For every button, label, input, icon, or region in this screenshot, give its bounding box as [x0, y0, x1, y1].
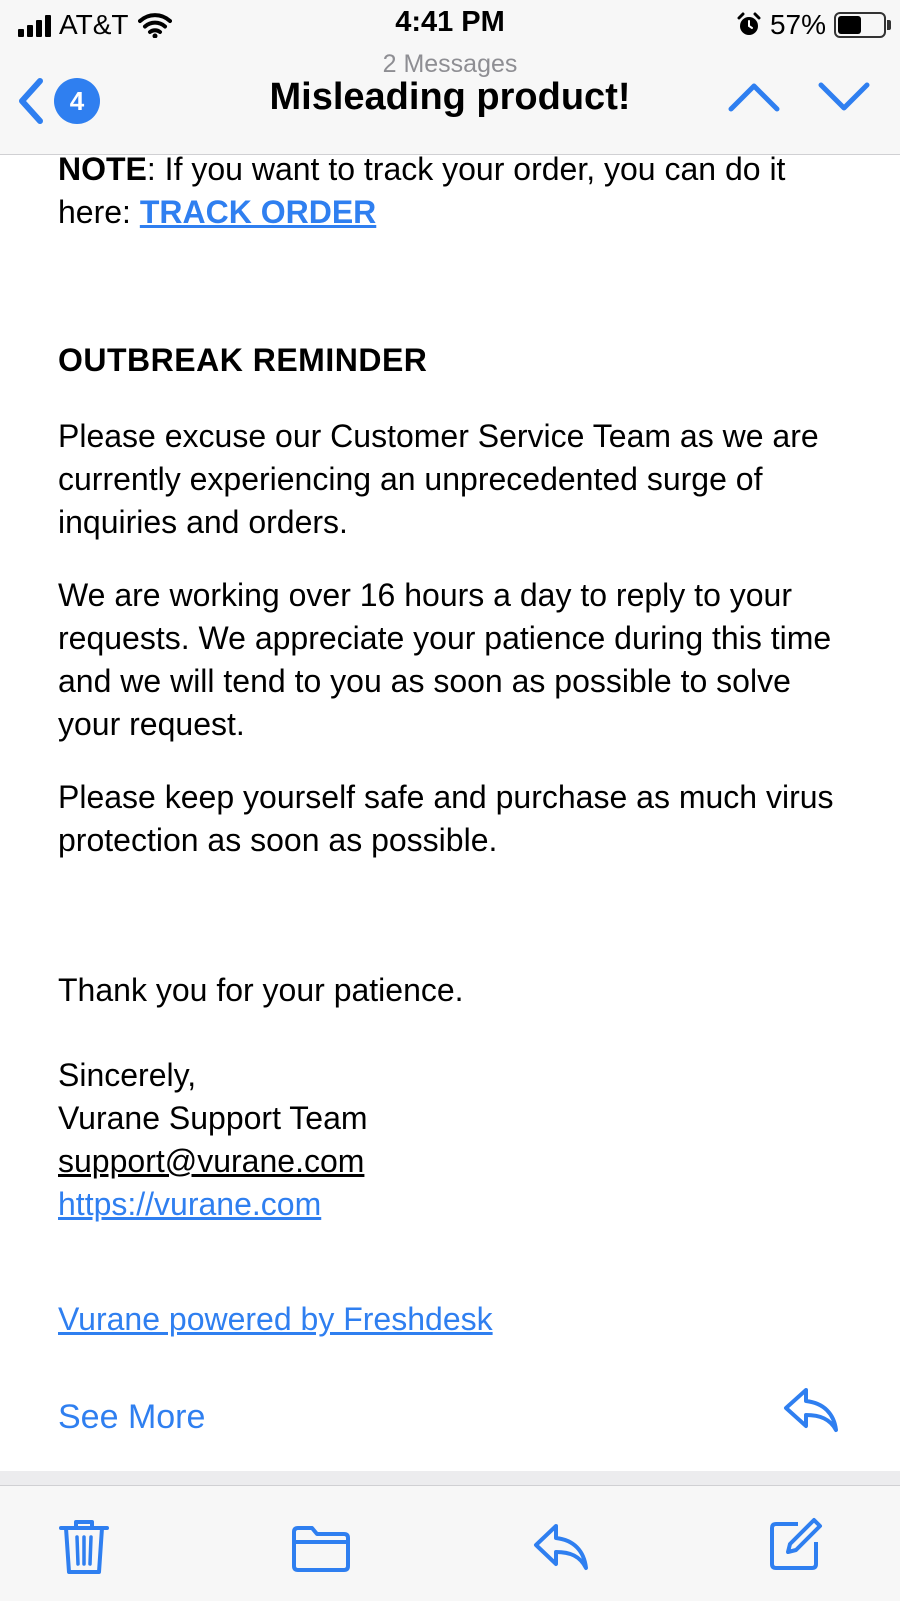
bottom-toolbar: [0, 1485, 900, 1601]
subject-title: Misleading product!: [269, 76, 631, 118]
trash-button[interactable]: [58, 1518, 110, 1581]
battery-level-fill: [838, 16, 861, 34]
reply-icon: [534, 1524, 588, 1570]
website-link[interactable]: https://vurane.com: [58, 1186, 321, 1222]
reply-arrow-icon: [784, 1388, 838, 1432]
battery-icon: [834, 12, 891, 38]
outbreak-heading: OUTBREAK REMINDER: [58, 342, 428, 378]
status-right: 57%: [736, 8, 891, 42]
compose-button[interactable]: [768, 1516, 824, 1577]
alarm-icon: [737, 12, 761, 35]
note-label: NOTE: [58, 151, 147, 187]
back-chevron-icon: [19, 78, 43, 124]
note-paragraph: NOTE: If you want to track your order, y…: [58, 148, 858, 234]
message-nav-bar: 4 2 Messages Misleading product!: [0, 50, 900, 155]
back-button[interactable]: 4: [18, 74, 118, 128]
message-count: 2 Messages: [382, 50, 518, 78]
thanks-line: Thank you for your patience.: [58, 972, 464, 1008]
message-arrows: [728, 82, 870, 112]
move-to-folder-button[interactable]: [290, 1524, 352, 1577]
inline-reply-button[interactable]: [782, 1386, 840, 1439]
signoff-line: Sincerely,: [58, 1057, 197, 1093]
team-name: Vurane Support Team: [58, 1100, 368, 1136]
next-message-icon[interactable]: [818, 82, 870, 112]
trash-icon: [59, 1520, 109, 1574]
battery-percent: 57%: [769, 9, 826, 40]
previous-message-icon[interactable]: [728, 82, 780, 112]
reply-button[interactable]: [532, 1522, 590, 1577]
track-order-link[interactable]: TRACK ORDER: [140, 194, 376, 230]
compose-icon: [770, 1518, 822, 1570]
paragraph-hours: We are working over 16 hours a day to re…: [58, 577, 832, 742]
support-email-link[interactable]: support@vurane.com: [58, 1143, 364, 1179]
folder-icon: [292, 1526, 350, 1572]
signature-block: Sincerely, Vurane Support Team support@v…: [58, 1054, 858, 1226]
paragraph-safety: Please keep yourself safe and purchase a…: [58, 779, 834, 858]
card-edge: [0, 1471, 900, 1485]
unread-count-badge: 4: [54, 78, 100, 124]
see-more-button[interactable]: See More: [58, 1398, 205, 1437]
status-bar: AT&T 4:41 PM 57%: [0, 0, 900, 50]
paragraph-apology: Please excuse our Customer Service Team …: [58, 418, 819, 540]
freshdesk-footer-link[interactable]: Vurane powered by Freshdesk: [58, 1301, 493, 1337]
